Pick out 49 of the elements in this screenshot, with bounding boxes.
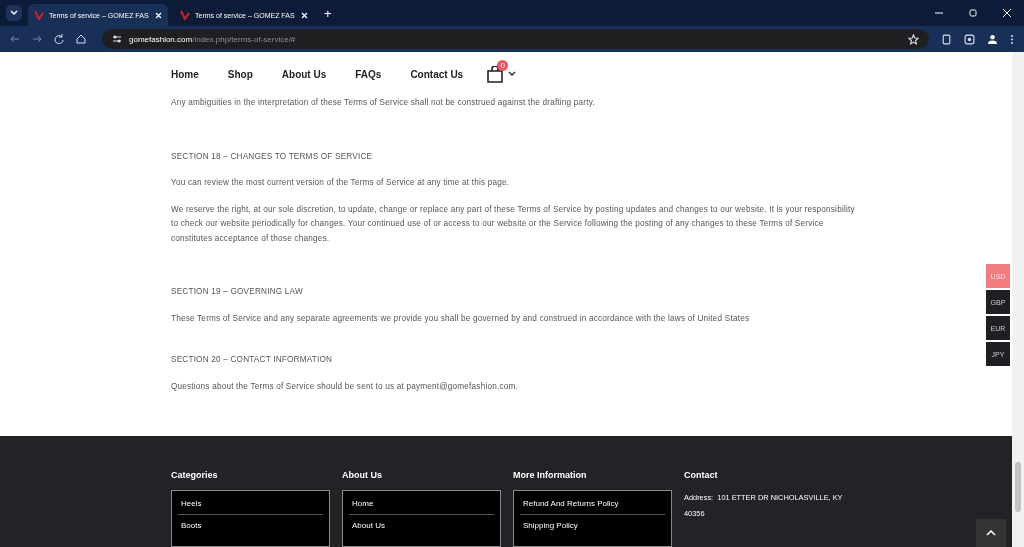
nav-link[interactable]: Contact Us xyxy=(410,68,464,80)
footer-heading: About Us xyxy=(342,470,383,480)
paragraph: You can review the most current version of the Terms of Service at any time at this page. xyxy=(171,177,511,189)
back-icon[interactable] xyxy=(10,34,20,44)
cart-icon[interactable] xyxy=(486,65,505,83)
paragraph: Questions about the Terms of Service should be sent to us at payment@gomefashion.com. xyxy=(171,380,519,393)
star-icon[interactable] xyxy=(908,33,919,45)
caret-icon[interactable] xyxy=(508,71,517,77)
url-text: gomefashion.com/index.php/terms-of-service/# xyxy=(129,34,296,44)
nav-link[interactable]: About Us xyxy=(281,68,327,80)
forward-icon[interactable] xyxy=(32,34,42,44)
favicon-icon xyxy=(180,10,190,20)
chevron-up-icon[interactable] xyxy=(986,530,996,536)
nav-link[interactable]: Home xyxy=(171,68,199,80)
paragraph: These Terms of Service and any separate agreements we provide you shall be governed by and construed in accordance with the laws of United States xyxy=(171,312,751,325)
paragraph: We reserve the right, at our sole discretion, to update, change or replace any part of these Terms of Service by posting updates and changes to our website. It is your responsibility to check our website periodically for changes. Your continued use of or access to our website or the Service following the posting of any changes to these Terms of Service constitutes acceptance of those changes. xyxy=(171,203,855,245)
extensions-icon[interactable] xyxy=(941,33,952,45)
footer-link[interactable]: Shipping Policy xyxy=(520,515,665,536)
footer-link[interactable]: Heels xyxy=(178,493,323,515)
screenshot-icon[interactable] xyxy=(964,33,975,45)
section-heading: SECTION 18 – CHANGES TO TERMS OF SERVICE xyxy=(171,150,374,163)
scrollbar[interactable] xyxy=(1012,52,1024,547)
menu-icon[interactable] xyxy=(1010,33,1014,45)
tab-search-button[interactable] xyxy=(6,5,22,21)
close-icon[interactable] xyxy=(155,11,162,19)
favicon-icon xyxy=(34,10,44,20)
footer-link[interactable]: Refund And Returns Policy xyxy=(520,493,665,515)
footer-heading: More Information xyxy=(513,470,588,480)
footer-heading: Categories xyxy=(171,470,219,480)
section-heading: SECTION 20 – CONTACT INFORMATION xyxy=(171,354,334,366)
home-icon[interactable] xyxy=(76,34,86,44)
new-tab-button[interactable]: + xyxy=(320,5,336,21)
address-bar[interactable]: gomefashion.com/index.php/terms-of-service/# xyxy=(102,29,929,49)
nav-link[interactable]: Shop xyxy=(227,68,253,80)
paragraph: Any ambiguities in the interpretation of these Terms of Service shall not be construed against the drafting party. xyxy=(171,97,596,109)
reload-icon[interactable] xyxy=(54,34,64,44)
footer-link[interactable]: Home xyxy=(349,493,494,515)
cart-count-badge: 0 xyxy=(497,59,509,71)
restore-icon[interactable] xyxy=(968,8,978,18)
section-heading: SECTION 19 – GOVERNING LAW xyxy=(171,286,304,298)
site-settings-icon[interactable] xyxy=(112,34,122,44)
footer-link[interactable]: Boots xyxy=(178,515,323,536)
footer-link[interactable]: About Us xyxy=(349,515,494,536)
profile-icon[interactable] xyxy=(987,33,998,45)
nav-link[interactable]: FAQs xyxy=(355,68,382,80)
close-icon[interactable] xyxy=(301,11,308,19)
footer-heading: Contact xyxy=(684,470,719,480)
scroll-to-top-button[interactable] xyxy=(976,519,1006,547)
close-icon[interactable] xyxy=(1002,8,1012,18)
